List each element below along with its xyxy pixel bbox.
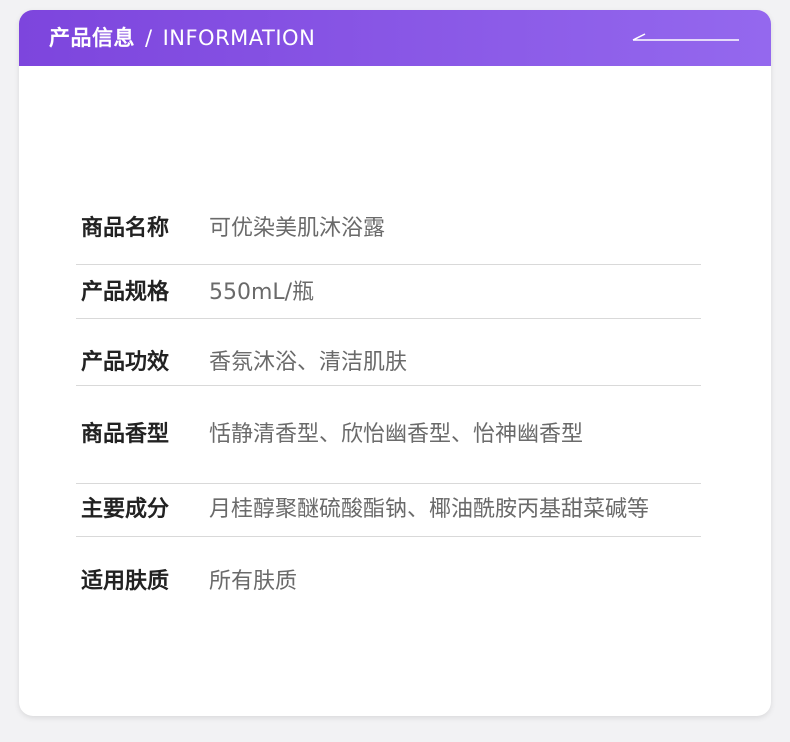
info-row-ingredients: 主要成分 月桂醇聚醚硫酸酯钠、椰油酰胺丙基甜菜碱等 bbox=[81, 493, 649, 527]
row-divider bbox=[76, 385, 701, 386]
arrow-line-icon bbox=[632, 33, 739, 41]
info-label: 商品名称 bbox=[81, 216, 170, 241]
info-value: 香氛沐浴、清洁肌肤 bbox=[209, 350, 408, 375]
row-divider bbox=[76, 318, 701, 319]
info-label: 商品香型 bbox=[81, 422, 170, 447]
row-divider bbox=[76, 536, 701, 537]
row-divider bbox=[76, 483, 701, 484]
info-value: 所有肤质 bbox=[209, 569, 298, 594]
header-separator: / bbox=[145, 26, 153, 50]
info-row-skin-type: 适用肤质 所有肤质 bbox=[81, 565, 297, 599]
header-title-en: INFORMATION bbox=[162, 26, 316, 50]
header-title: 产品信息 / INFORMATION bbox=[49, 10, 315, 66]
info-row-spec: 产品规格 550mL/瓶 bbox=[81, 276, 314, 310]
product-info-card: 产品信息 / INFORMATION 商品名称 可优染美肌沐浴露 产品规格 550mL/… bbox=[19, 10, 771, 716]
info-row-fragrance: 商品香型 恬静清香型、欣怡幽香型、怡神幽香型 bbox=[81, 418, 583, 452]
row-divider bbox=[76, 264, 701, 265]
info-row-name: 商品名称 可优染美肌沐浴露 bbox=[81, 212, 385, 246]
info-label: 主要成分 bbox=[81, 497, 170, 522]
info-header: 产品信息 / INFORMATION bbox=[19, 10, 771, 66]
info-label: 适用肤质 bbox=[81, 569, 170, 594]
info-label: 产品规格 bbox=[81, 280, 170, 305]
info-value: 月桂醇聚醚硫酸酯钠、椰油酰胺丙基甜菜碱等 bbox=[209, 497, 650, 522]
info-label: 产品功效 bbox=[81, 350, 170, 375]
info-value: 550mL/瓶 bbox=[209, 280, 315, 305]
info-value: 恬静清香型、欣怡幽香型、怡神幽香型 bbox=[209, 422, 584, 447]
info-row-effect: 产品功效 香氛沐浴、清洁肌肤 bbox=[81, 346, 407, 380]
header-title-cn: 产品信息 bbox=[49, 26, 135, 50]
info-value: 可优染美肌沐浴露 bbox=[209, 216, 386, 241]
